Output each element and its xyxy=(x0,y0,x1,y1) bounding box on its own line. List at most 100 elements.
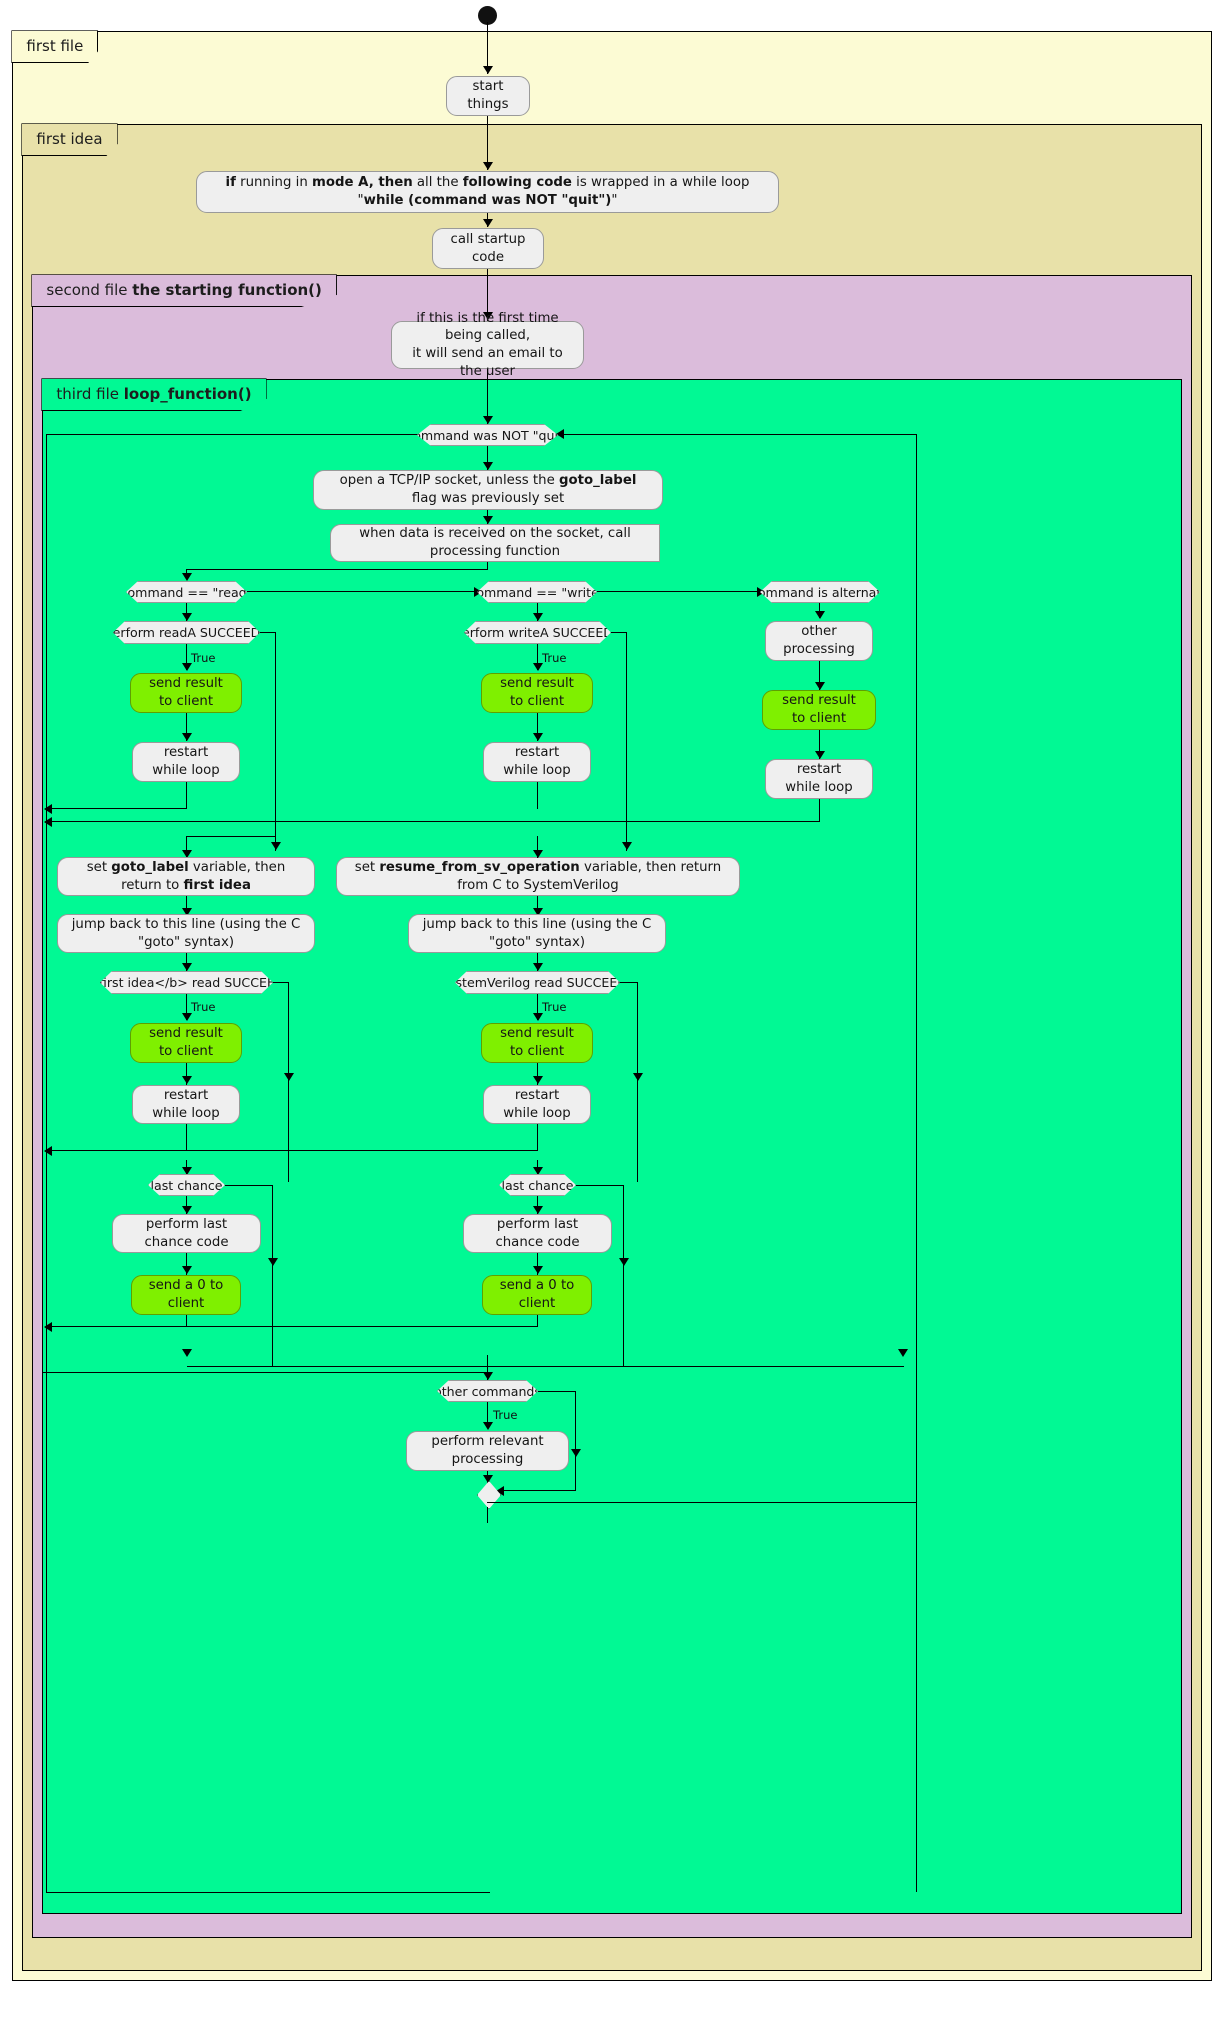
node-perform-last-chance-code-right-label: perform last chance code xyxy=(495,1216,580,1250)
node-set-goto-label: set goto_label variable, then return to … xyxy=(57,857,315,896)
arrowhead xyxy=(182,1206,192,1214)
arrowhead xyxy=(533,733,543,741)
node-mode-a-note-text: if running in mode A, then all the follo… xyxy=(209,174,766,209)
decision-perform-writeA-label: perform writeA SUCCEEDS xyxy=(454,625,621,640)
seg-if: if xyxy=(225,175,236,191)
edge-label-true: True xyxy=(191,651,216,665)
edge-lastchance-right-false-down xyxy=(623,1185,625,1367)
node-send-result-to-client-sv: send result to client xyxy=(481,1023,593,1063)
node-set-resume-sv-text: set resume_from_sv_operation variable, t… xyxy=(349,859,727,894)
node-set-resume-sv: set resume_from_sv_operation variable, t… xyxy=(336,857,740,896)
decision-command-read-label: command == "read" xyxy=(120,584,253,600)
node-send-result-to-client-read-label: send result to client xyxy=(149,676,223,709)
partition-first-file-label: first file xyxy=(26,37,84,56)
node-restart-while-loop-alternate: restart while loop xyxy=(765,759,873,799)
edge-restart-write-down xyxy=(537,782,539,809)
arrowhead xyxy=(182,1266,192,1274)
node-jump-back-left-label: jump back to this line (using the C "got… xyxy=(71,916,301,950)
arrowhead xyxy=(533,850,543,858)
node-mode-a-note: if running in mode A, then all the follo… xyxy=(196,171,779,213)
edge-restart-sv-down xyxy=(537,1124,539,1151)
node-perform-last-chance-code-right: perform last chance code xyxy=(463,1214,612,1253)
arrowhead xyxy=(483,1372,493,1380)
node-send-a-0-to-client-right-label: send a 0 to client xyxy=(499,1278,575,1311)
node-perform-last-chance-code-left-label: perform last chance code xyxy=(144,1216,229,1250)
arrowhead xyxy=(182,963,192,971)
arrowhead xyxy=(44,804,52,814)
edge-othercommands-false-top xyxy=(538,1391,576,1393)
node-call-startup-code-label: call startup code xyxy=(450,231,526,265)
decision-command-read: command == "read" xyxy=(126,581,247,603)
decision-command-write: command == "write" xyxy=(477,581,597,603)
decision-command-not-quit-label: command was NOT "quit" xyxy=(406,427,569,443)
activity-diagram-canvas: first file first idea second file the st… xyxy=(0,0,1224,2019)
node-start-things-label: start things xyxy=(467,79,509,112)
merge-rail-right-up xyxy=(903,1366,905,1367)
arrowhead xyxy=(533,1076,543,1084)
seg-flag: flag was previously set xyxy=(411,491,565,506)
node-set-goto-label-text: set goto_label variable, then return to … xyxy=(70,859,302,894)
edge-mergerail-to-othercommands xyxy=(42,1372,487,1374)
node-send-a-0-to-client-left: send a 0 to client xyxy=(131,1275,241,1315)
decision-last-chance-left-label: last chance xyxy=(150,1177,223,1193)
seg-set: set xyxy=(86,859,112,875)
seg-while: while (command was NOT "quit") xyxy=(363,193,612,208)
merge-rail-bottom-left xyxy=(187,1366,904,1368)
arrowhead xyxy=(815,611,825,619)
node-send-a-0-to-client-right: send a 0 to client xyxy=(482,1275,592,1315)
decision-command-not-quit: command was NOT "quit" xyxy=(417,424,558,446)
node-restart-while-loop-alternate-label: restart while loop xyxy=(785,762,853,795)
node-other-processing-label: other processing xyxy=(783,624,855,657)
arrowhead xyxy=(182,1167,192,1175)
node-first-time-email: if this is the first time being called, … xyxy=(391,311,584,379)
decision-systemverilog-read-succeeds-label: SystemVerilog read SUCCEEDS xyxy=(440,975,635,990)
decision-command-alternate-label: command is alternate xyxy=(750,584,890,600)
edge-send0-right-to-rail xyxy=(48,1326,538,1328)
seg-open: open a TCP/IP socket, unless the xyxy=(339,473,559,489)
partition-second-file-label-plain: second file xyxy=(46,281,133,300)
node-restart-while-loop-sv: restart while loop xyxy=(483,1085,591,1124)
edge-label-true: True xyxy=(191,1000,216,1014)
node-send-result-to-client-firstidea-label: send result to client xyxy=(149,1026,223,1059)
edge-write-to-alternate xyxy=(597,591,763,593)
arrowhead xyxy=(182,663,192,671)
partition-third-file-tab: third file loop_function() xyxy=(41,378,267,412)
loop-frame-bottom xyxy=(46,1892,490,1894)
decision-perform-writeA: perform writeA SUCCEEDS xyxy=(464,621,611,644)
edge-readA-false-down xyxy=(275,632,277,832)
seg-following: following code xyxy=(462,175,572,191)
arrowhead xyxy=(483,1422,493,1430)
edge-firstidearead-false-down xyxy=(288,982,290,1182)
seg-allthe: all the xyxy=(412,175,463,191)
node-restart-while-loop-read-label: restart while loop xyxy=(152,745,220,778)
node-jump-back-right-label: jump back to this line (using the C "got… xyxy=(422,916,652,950)
edge-firstidearead-false-top xyxy=(273,982,289,984)
seg-gotolabel: goto_label xyxy=(558,473,637,489)
node-open-socket: open a TCP/IP socket, unless the goto_la… xyxy=(313,470,663,510)
edge-read-to-write xyxy=(247,591,480,593)
node-first-time-email-line1: if this is the first time being called, xyxy=(416,310,559,344)
partition-second-file-tab: second file the starting function() xyxy=(31,274,337,308)
node-restart-while-loop-sv-label: restart while loop xyxy=(503,1087,571,1121)
node-perform-relevant-processing: perform relevant processing xyxy=(406,1431,569,1471)
arrowhead xyxy=(533,1206,543,1214)
node-restart-while-loop-write-label: restart while loop xyxy=(503,745,571,778)
loop-frame-top-left xyxy=(46,434,418,436)
arrowhead xyxy=(483,219,493,227)
edge-merge-to-loop-return xyxy=(487,1502,917,1504)
arrowhead xyxy=(182,1076,192,1084)
partition-first-idea-tab: first idea xyxy=(21,123,118,157)
arrowhead xyxy=(284,1073,294,1081)
arrowhead xyxy=(533,663,543,671)
arrowhead xyxy=(898,1349,908,1357)
edge-writeA-false-down xyxy=(626,632,628,851)
edge-restart-sv-to-rail xyxy=(48,1150,538,1152)
arrowhead xyxy=(483,1475,493,1483)
decision-perform-readA-label: perform readA SUCCEEDS xyxy=(104,625,269,640)
node-jump-back-right: jump back to this line (using the C "got… xyxy=(408,914,666,953)
arrowhead xyxy=(533,1266,543,1274)
edge-label-true: True xyxy=(542,651,567,665)
node-send-result-to-client-write-label: send result to client xyxy=(500,676,574,709)
arrowhead xyxy=(533,613,543,621)
partition-third-file-label-bold: loop_function() xyxy=(123,385,252,404)
